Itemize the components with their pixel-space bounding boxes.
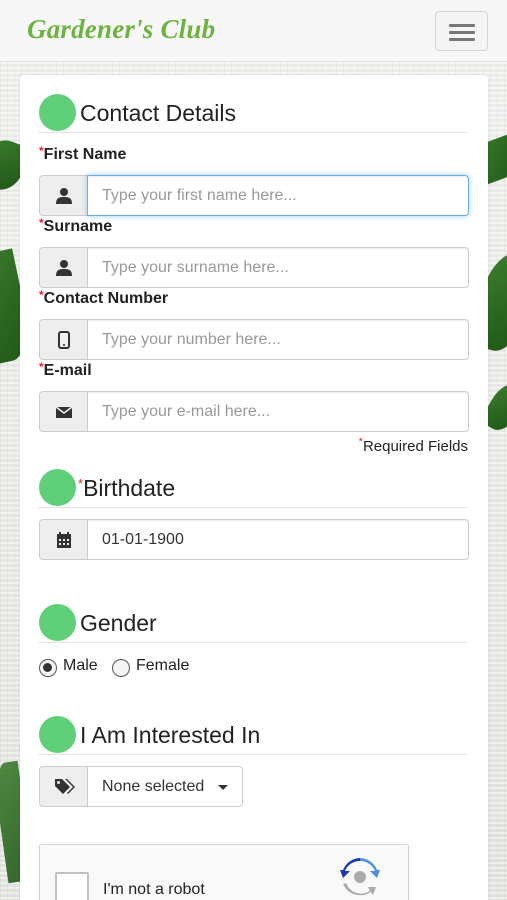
user-icon — [39, 247, 88, 288]
hamburger-menu-icon — [449, 24, 475, 27]
required-marker: * — [39, 216, 44, 230]
section-title-text: Birthdate — [83, 475, 176, 501]
required-marker: * — [39, 288, 44, 302]
section-dot-icon — [39, 94, 76, 131]
required-fields-note: *Required Fields — [358, 436, 468, 455]
surname-label: *Surname — [39, 216, 113, 236]
radio-selected-icon[interactable] — [39, 659, 57, 677]
brand-logo[interactable]: Gardener's Club — [27, 14, 215, 45]
envelope-icon — [39, 391, 88, 432]
contact-number-label: *Contact Number — [39, 288, 169, 308]
dropdown-selected-text: None selected — [102, 778, 205, 795]
radio-label: Male — [63, 657, 98, 674]
required-marker: * — [39, 360, 44, 374]
label-text: First Name — [43, 146, 127, 163]
user-icon — [39, 175, 88, 216]
birthdate-section-header: *Birthdate — [38, 469, 468, 508]
navbar: Gardener's Club — [0, 0, 507, 62]
recaptcha-label: I'm not a robot — [103, 881, 205, 898]
radio-label: Female — [136, 657, 190, 674]
first-name-label: *First Name — [39, 144, 127, 164]
email-group — [39, 391, 469, 432]
first-name-group — [39, 175, 469, 216]
label-text: Surname — [43, 218, 113, 235]
required-marker: * — [39, 144, 44, 158]
section-title: I Am Interested In — [80, 722, 261, 748]
required-marker: * — [358, 436, 363, 448]
registration-form: Contact Details *First Name *Surname *Co… — [20, 75, 488, 900]
tags-icon — [39, 766, 88, 807]
section-title: Contact Details — [80, 100, 236, 126]
contact-number-group — [39, 319, 469, 360]
contact-number-input[interactable] — [87, 319, 469, 360]
birthdate-group: 01-01-1900 — [39, 519, 469, 560]
required-note-text: Required Fields — [362, 438, 468, 455]
surname-input[interactable] — [87, 247, 469, 288]
section-title: *Birthdate — [78, 475, 175, 502]
section-title: Gender — [80, 610, 157, 636]
calendar-icon — [39, 519, 88, 560]
caret-down-icon — [218, 785, 228, 790]
radio-unselected-icon[interactable] — [112, 659, 130, 677]
interests-dropdown-button[interactable]: None selected — [87, 766, 243, 807]
interests-multiselect: None selected — [39, 766, 244, 807]
section-dot-icon — [39, 716, 76, 753]
hamburger-menu-icon-bar — [449, 38, 475, 41]
mobile-phone-icon — [39, 319, 88, 360]
menu-toggle-button[interactable] — [435, 11, 488, 51]
required-marker: * — [78, 476, 84, 491]
email-input[interactable] — [87, 391, 469, 432]
recaptcha-widget: I'm not a robot — [39, 844, 409, 900]
hamburger-menu-icon-bar — [449, 31, 475, 34]
interests-section-header: I Am Interested In — [38, 716, 468, 755]
first-name-input[interactable] — [87, 175, 469, 216]
birthdate-input[interactable]: 01-01-1900 — [87, 519, 469, 560]
recaptcha-logo-icon — [340, 857, 380, 900]
email-label: *E-mail — [39, 360, 92, 380]
gender-section-header: Gender — [38, 604, 468, 643]
label-text: E-mail — [43, 362, 92, 379]
contact-section-header: Contact Details — [38, 94, 468, 133]
surname-group — [39, 247, 469, 288]
section-dot-icon — [39, 604, 76, 641]
section-dot-icon — [39, 469, 76, 506]
recaptcha-checkbox[interactable] — [55, 872, 89, 900]
label-text: Contact Number — [43, 290, 169, 307]
